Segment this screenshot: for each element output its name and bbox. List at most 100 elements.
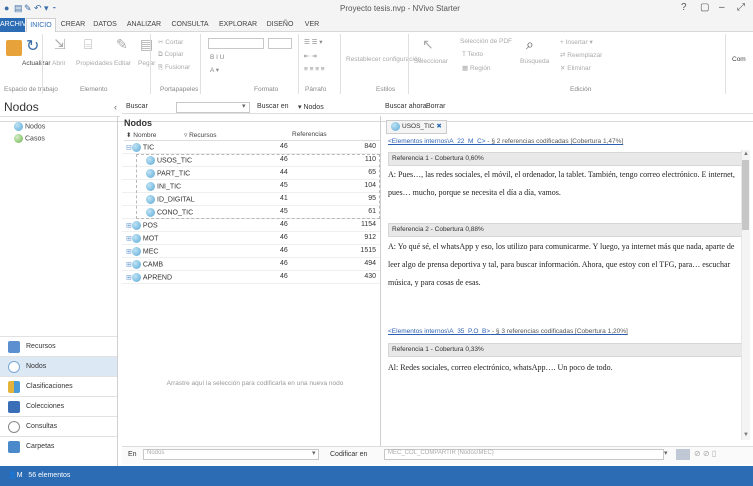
abrir-button[interactable]: Abrir: [52, 60, 66, 67]
ribbon-separator: [340, 34, 341, 94]
help-icon[interactable]: ?: [681, 2, 687, 13]
nav-button-recursos[interactable]: Recursos: [0, 336, 117, 356]
tab-analizar[interactable]: ANALIZAR: [124, 18, 164, 32]
source-summary: - § 2 referencias codificadas [Cobertura…: [485, 138, 624, 145]
copiar-button[interactable]: ⧉ Copiar: [158, 51, 184, 59]
expand-icon[interactable]: ⊞: [126, 222, 132, 229]
source-link[interactable]: <Elementos internos\A_22_M_C> - § 2 refe…: [388, 138, 623, 145]
edit-icon[interactable]: ✎: [24, 3, 32, 14]
tab-crear[interactable]: CREAR: [58, 18, 88, 32]
pegar-button[interactable]: Pegar: [138, 60, 155, 67]
busqueda-button[interactable]: Búsqueda: [520, 58, 549, 65]
cortar-button[interactable]: ✂ Cortar: [158, 38, 183, 46]
maximize-icon[interactable]: ⤢: [737, 2, 745, 13]
scroll-down-icon[interactable]: ▼: [743, 432, 749, 438]
table-row[interactable]: ⊞ APREND 46 430: [122, 271, 380, 284]
seleccion-pdf-button[interactable]: Selección de PDF: [460, 38, 512, 45]
font-color-icon[interactable]: A ▾: [210, 66, 219, 74]
propiedades-button[interactable]: Propiedades: [76, 60, 113, 67]
table-row[interactable]: ⊞ POS 46 1154: [122, 219, 380, 232]
tree-item-nodos[interactable]: Nodos: [14, 122, 45, 131]
pane-splitter[interactable]: [380, 116, 381, 453]
reference-header: Referencia 1 - Cobertura 0,60%: [388, 152, 743, 166]
borrar-button[interactable]: Borrar: [426, 103, 445, 110]
table-row[interactable]: ⊞ MOT 46 912: [122, 232, 380, 245]
eliminar-button[interactable]: ✕ Eliminar: [560, 64, 591, 72]
list-icon[interactable]: ☰ ☰ ▾: [304, 38, 323, 46]
table-row[interactable]: ⊟ TIC 46 840: [122, 141, 380, 154]
nav-button-consultas[interactable]: Consultas: [0, 416, 117, 436]
dropdown-icon[interactable]: ▾: [44, 3, 49, 14]
tab-consulta[interactable]: CONSULTA: [168, 18, 212, 32]
table-row[interactable]: ⊞ MEC 46 1515: [122, 245, 380, 258]
expand-icon[interactable]: ⊟: [126, 144, 132, 151]
nav-button-clasificaciones[interactable]: Clasificaciones: [0, 376, 117, 396]
window-title: Proyecto tesis.nvp - NVivo Starter: [340, 4, 460, 13]
nav-label: Nodos: [26, 363, 47, 370]
chevron-down-icon[interactable]: ▾: [664, 449, 668, 457]
com-button[interactable]: Com: [732, 56, 746, 63]
reemplazar-button[interactable]: ⇄ Reemplazar: [560, 51, 602, 59]
align-icon[interactable]: ≡ ≡ ≡ ≡: [304, 66, 325, 73]
refresh-icon[interactable]: ↻: [26, 36, 39, 56]
uncode-icon[interactable]: ⊘ ⊘ ▯: [694, 449, 716, 458]
actualizar-button[interactable]: Actualizar: [22, 60, 51, 67]
scroll-up-icon[interactable]: ▲: [743, 151, 749, 157]
tree-item-casos[interactable]: Casos: [14, 134, 45, 143]
tab-diseno[interactable]: DISEÑO: [262, 18, 298, 32]
chevron-down-icon[interactable]: ▾: [312, 449, 316, 457]
nav-button-carpetas[interactable]: Carpetas: [0, 436, 117, 456]
expand-icon[interactable]: ⊞: [126, 235, 132, 242]
table-row[interactable]: ⊞ CAMB 46 494: [122, 258, 380, 271]
nav-button-nodos[interactable]: Nodos: [0, 356, 117, 376]
workspace-icon[interactable]: [6, 40, 22, 56]
close-icon[interactable]: ✖: [436, 123, 441, 130]
navigation-title: Nodos: [4, 100, 39, 114]
document-icon[interactable]: ▤: [14, 3, 23, 14]
column-nombre[interactable]: ⬍ Nombre: [126, 131, 156, 139]
en-input[interactable]: Nodos: [143, 449, 319, 460]
restore-icon[interactable]: ▢: [700, 2, 709, 13]
code-in-input[interactable]: MEC_COL_COMPARTIR (Nodos\MEC): [384, 449, 664, 460]
source-link[interactable]: <Elementos internos\A_35_P.O_B> - § 3 re…: [388, 328, 628, 335]
column-recursos[interactable]: ▿ Recursos: [184, 131, 217, 139]
editar-button[interactable]: Editar: [114, 60, 131, 67]
save-icon[interactable]: ●: [4, 3, 9, 13]
detail-tab[interactable]: USOS_TIC ✖: [386, 120, 447, 134]
insertar-button[interactable]: + Insertar ▾: [560, 38, 593, 46]
expand-icon[interactable]: ⊞: [126, 274, 132, 281]
indent-icon[interactable]: ⇤ ⇥: [304, 52, 317, 60]
font-size-select[interactable]: [268, 38, 292, 49]
texto-button[interactable]: T Texto: [462, 51, 483, 58]
node-name-cell: ⊞ APREND: [126, 273, 172, 282]
undo-icon[interactable]: ↶: [34, 3, 42, 14]
eliminar-label: Eliminar: [567, 65, 591, 72]
chevron-down-icon[interactable]: ▾: [242, 102, 246, 110]
tab-datos[interactable]: DATOS: [90, 18, 120, 32]
seleccionar-button[interactable]: Seleccionar: [414, 58, 448, 65]
format-buttons[interactable]: B I U: [210, 54, 224, 61]
tab-archivo[interactable]: ARCHIVO: [0, 18, 32, 32]
column-referencias[interactable]: Referencias: [292, 131, 327, 138]
scroll-thumb[interactable]: [742, 160, 749, 230]
collapse-icon[interactable]: ‹: [114, 102, 117, 112]
tab-explorar[interactable]: EXPLORAR: [216, 18, 260, 32]
tab-inicio[interactable]: INICIO: [26, 18, 56, 32]
customize-icon[interactable]: ⁃: [52, 3, 57, 14]
code-button[interactable]: [676, 449, 690, 460]
source-link-label[interactable]: <Elementos internos\A_22_M_C>: [388, 138, 486, 145]
nav-button-colecciones[interactable]: Colecciones: [0, 396, 117, 416]
expand-icon[interactable]: ⊞: [126, 248, 132, 255]
font-family-select[interactable]: [208, 38, 264, 49]
source-link-label[interactable]: <Elementos internos\A_35_P.O_B>: [388, 328, 490, 335]
fusionar-button[interactable]: ⎘ Fusionar: [158, 64, 190, 72]
restablecer-button[interactable]: Restablecer configuración: [346, 56, 421, 63]
scope-label: Nodos: [303, 104, 324, 111]
buscar-ahora-button[interactable]: Buscar ahora: [385, 103, 427, 110]
tab-ver[interactable]: VER: [300, 18, 324, 32]
search-input[interactable]: [176, 102, 250, 113]
expand-icon[interactable]: ⊞: [126, 261, 132, 268]
scope-dropdown[interactable]: ▾ Nodos: [298, 103, 324, 111]
minimize-icon[interactable]: –: [719, 2, 725, 13]
region-button[interactable]: ▦ Región: [462, 64, 491, 72]
